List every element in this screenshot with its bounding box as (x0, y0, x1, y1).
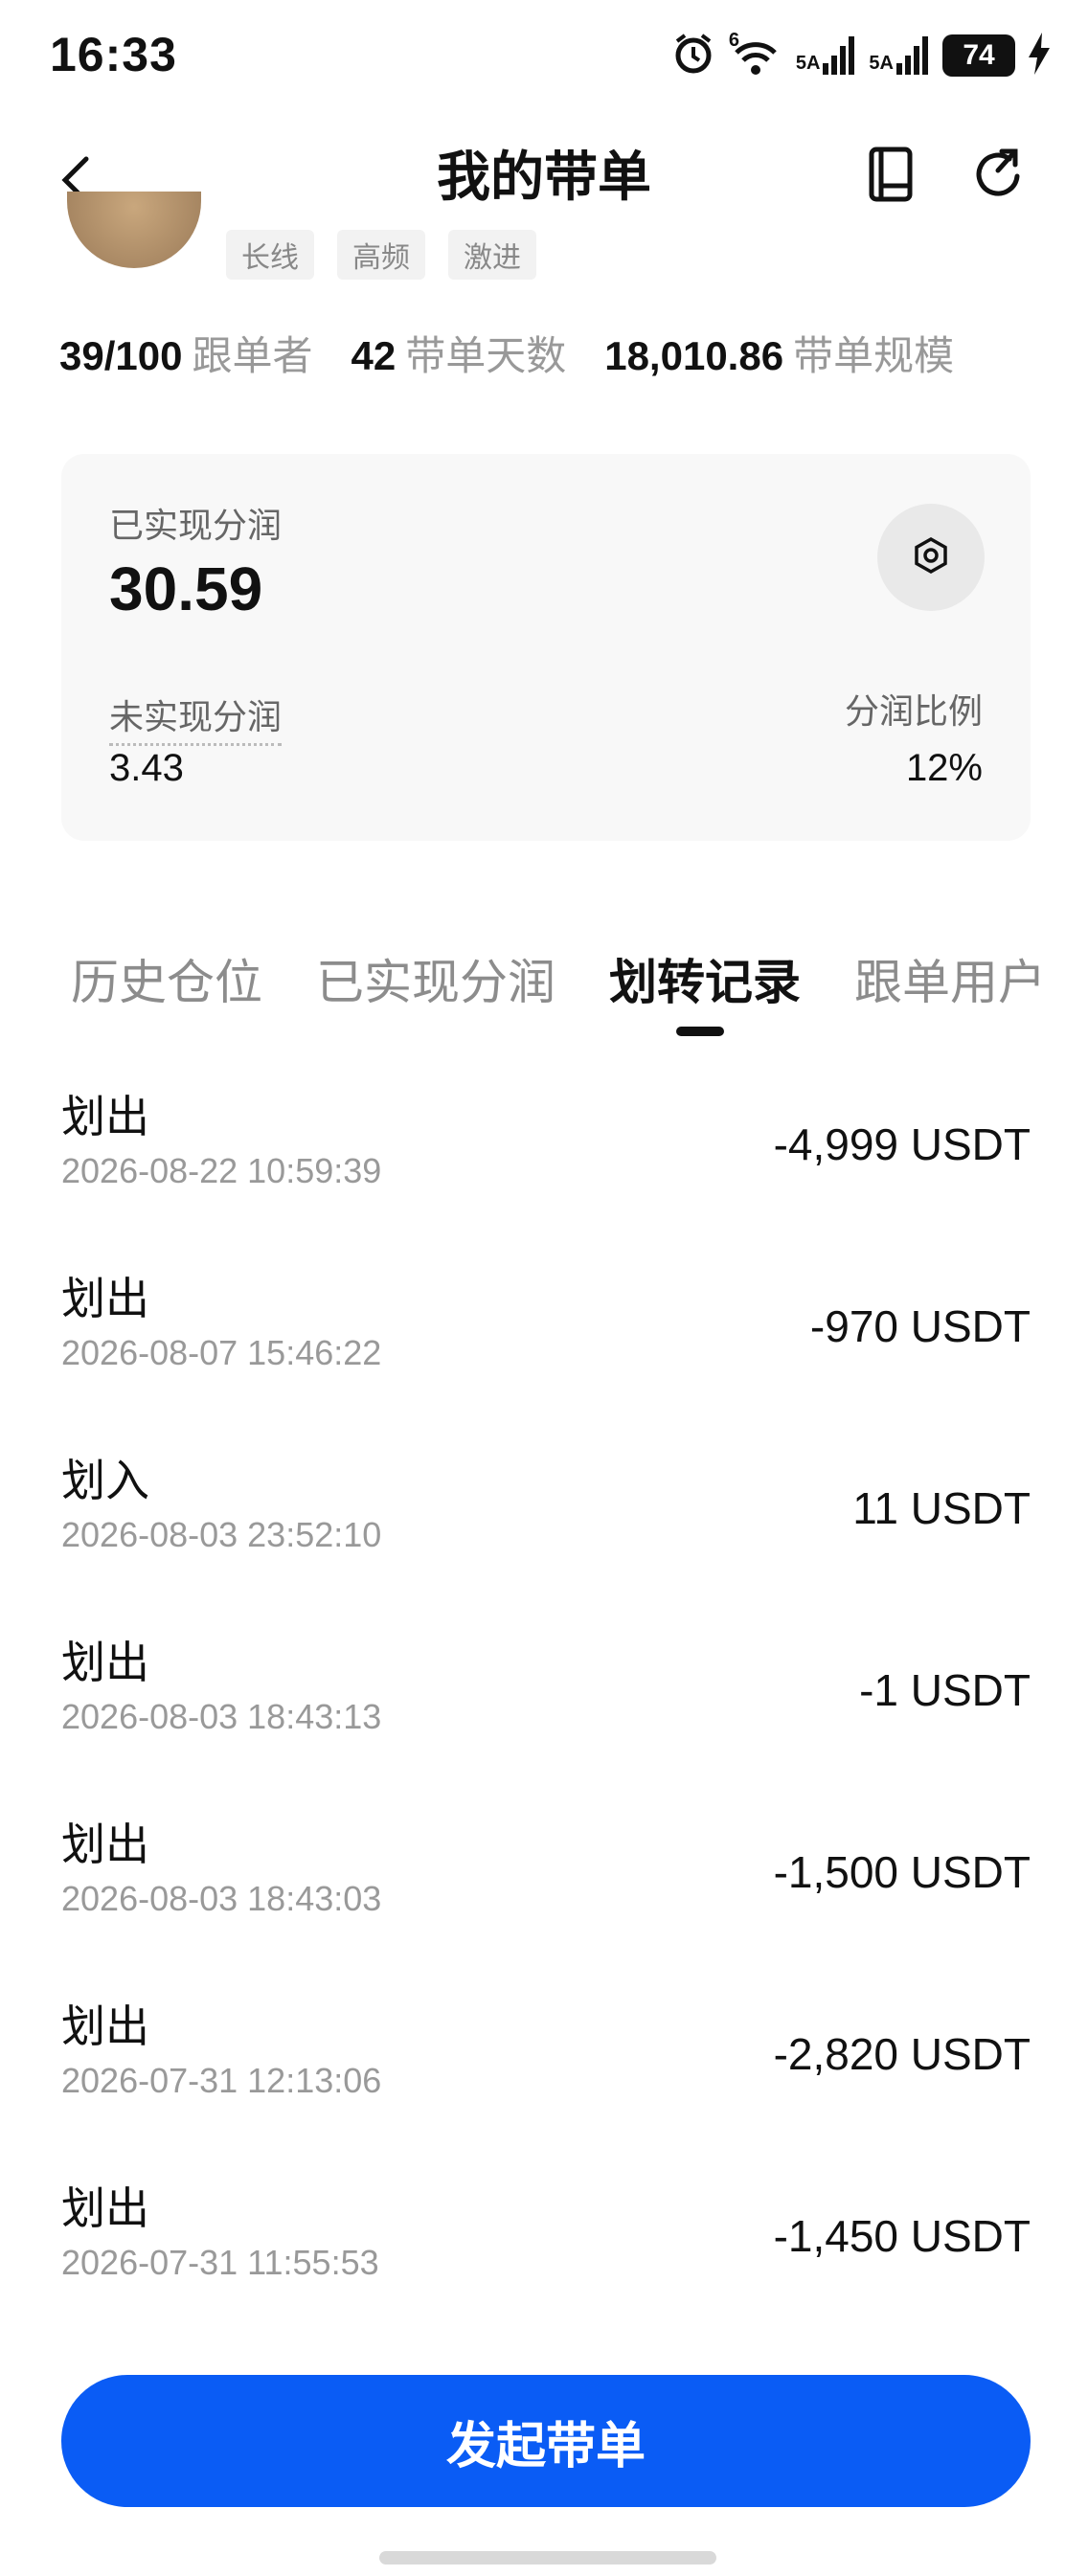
transfer-amount: -4,999 USDT (773, 1119, 1031, 1169)
transfer-type: 划入 (61, 1456, 149, 1505)
scale-label: 带单规模 (793, 333, 955, 378)
transfer-time: 2026-08-03 18:43:03 (61, 1879, 382, 1918)
list-item[interactable]: 划出 2026-07-31 11:55:53 -1,450 USDT (61, 2174, 1031, 2356)
status-time: 16:33 (50, 28, 177, 81)
share-icon (969, 148, 1031, 209)
profit-ratio-label: 分润比例 (844, 691, 983, 731)
guide-button[interactable] (862, 144, 929, 211)
transfer-type: 划出 (61, 1092, 149, 1141)
list-item[interactable]: 划出 2026-08-22 10:59:39 -4,999 USDT (61, 1082, 1031, 1264)
transfer-time: 2026-08-03 23:52:10 (61, 1515, 382, 1554)
gear-icon (912, 536, 950, 579)
status-icons: 6 5A 5A 74 (671, 29, 1050, 82)
signal-label: 5A (795, 53, 821, 74)
tag: 长线 (226, 230, 314, 280)
scale-value: 18,010.86 (604, 333, 784, 378)
tab-followers[interactable]: 跟单用户 (854, 944, 1046, 1013)
followers-label: 跟单者 (192, 333, 313, 378)
list-item[interactable]: 划出 2026-08-03 18:43:03 -1,500 USDT (61, 1810, 1031, 1992)
tag: 激进 (448, 230, 536, 280)
tab-realized-profit[interactable]: 已实现分润 (316, 944, 555, 1013)
share-button[interactable] (969, 144, 1040, 211)
transfer-time: 2026-08-03 18:43:13 (61, 1697, 382, 1736)
realized-profit-label: 已实现分润 (109, 506, 283, 545)
wifi-icon: 6 (729, 30, 782, 78)
days-label: 带单天数 (405, 333, 567, 378)
tab-bar: 历史仓位 已实现分润 划转记录 跟单用户 (71, 944, 1046, 1013)
transfer-type: 划出 (61, 1819, 149, 1869)
transfer-list: 划出 2026-08-22 10:59:39 -4,999 USDT 划出 20… (61, 1082, 1031, 2356)
list-item[interactable]: 划出 2026-07-31 12:13:06 -2,820 USDT (61, 1992, 1031, 2174)
wifi-label: 6 (728, 30, 739, 51)
settings-button[interactable] (877, 504, 985, 611)
transfer-amount: -1,500 USDT (773, 1847, 1031, 1897)
tag: 高频 (337, 230, 425, 280)
stats-row: 39/100 跟单者 42 带单天数 18,010.86 带单规模 (59, 324, 954, 382)
signal-label-2: 5A (869, 53, 894, 74)
unrealized-profit-value: 3.43 (109, 747, 184, 789)
list-item[interactable]: 划出 2026-08-07 15:46:22 -970 USDT (61, 1264, 1031, 1446)
days-value: 42 (351, 333, 397, 378)
battery-icon: 74 (942, 34, 1015, 77)
charging-icon (1029, 32, 1050, 79)
transfer-time: 2026-07-31 11:55:53 (61, 2243, 379, 2282)
start-lead-trading-button[interactable]: 发起带单 (61, 2375, 1031, 2507)
transfer-amount: 11 USDT (852, 1483, 1031, 1533)
home-indicator[interactable] (379, 2551, 716, 2565)
list-item[interactable]: 划出 2026-08-03 18:43:13 -1 USDT (61, 1628, 1031, 1810)
transfer-time: 2026-08-22 10:59:39 (61, 1151, 382, 1190)
active-tab-indicator (676, 1027, 724, 1036)
realized-profit-value: 30.59 (109, 554, 263, 623)
book-icon (862, 147, 919, 209)
followers-value: 39/100 (59, 333, 183, 378)
avatar[interactable] (67, 192, 201, 268)
tab-history-positions[interactable]: 历史仓位 (71, 944, 262, 1013)
signal-icon: 5A (796, 36, 856, 75)
transfer-type: 划出 (61, 1274, 149, 1323)
profit-summary-card: 已实现分润 30.59 未实现分润 3.43 分润比例 12% (61, 454, 1031, 841)
alarm-icon (671, 32, 715, 80)
transfer-type: 划出 (61, 1638, 149, 1687)
tab-transfer-records[interactable]: 划转记录 (609, 944, 801, 1013)
transfer-amount: -2,820 USDT (773, 2029, 1031, 2079)
transfer-type: 划出 (61, 2001, 149, 2051)
transfer-amount: -1,450 USDT (773, 2211, 1031, 2261)
transfer-amount: -1 USDT (859, 1665, 1031, 1715)
trader-tags: 长线 高频 激进 (226, 230, 536, 280)
transfer-time: 2026-07-31 12:13:06 (61, 2061, 382, 2100)
signal-icon-2: 5A (869, 36, 929, 75)
transfer-time: 2026-08-07 15:46:22 (61, 1333, 382, 1372)
transfer-amount: -970 USDT (809, 1301, 1031, 1351)
list-item[interactable]: 划入 2026-08-03 23:52:10 11 USDT (61, 1446, 1031, 1628)
profit-ratio-value: 12% (905, 747, 983, 789)
transfer-type: 划出 (61, 2183, 149, 2233)
unrealized-profit-label[interactable]: 未实现分润 (109, 689, 283, 746)
